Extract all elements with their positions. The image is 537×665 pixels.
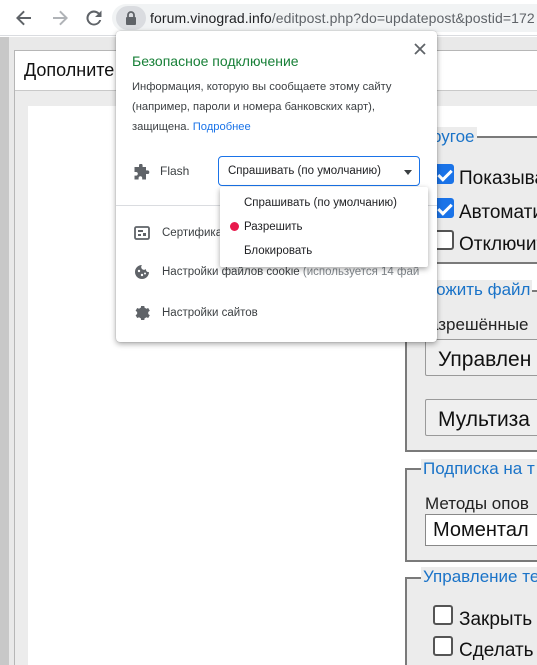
popup-description-text: Информация, которую вы сообщаете этому с… [132,81,392,133]
url-path: /editpost.php?do=updatepost&postid=172 [271,10,535,26]
cookie-icon [135,265,149,279]
arrow-left-icon [16,10,31,26]
option-checkbox-3[interactable] [434,230,454,250]
multi-upload-button[interactable]: Мультиза [425,399,537,436]
notify-method-label: Методы опов [425,494,529,513]
puzzle-icon [134,164,150,180]
option-label-1: Показыва [459,168,537,189]
close-thread-checkbox[interactable] [433,605,453,625]
close-thread-label: Закрыть з [459,609,537,630]
back-button[interactable] [12,6,36,30]
dropdown-option-block[interactable]: Блокировать [244,245,312,257]
flash-label: Flash [160,164,190,178]
reload-icon [86,10,102,26]
certificate-label: Сертифика [162,227,220,239]
hover-marker-dot [230,222,239,231]
url-host: forum.vinograd.info [150,10,272,26]
gear-icon [135,306,150,320]
screen: forum.vinograd.info/editpost.php?do=upda… [0,0,537,665]
dialog-title: Дополните [24,60,115,80]
url-text[interactable]: forum.vinograd.info/editpost.php?do=upda… [150,10,535,26]
arrow-right-icon [53,10,68,26]
site-settings-row[interactable]: Настройки сайтов [162,307,258,319]
lock-icon [126,11,136,25]
allowed-label: азрешённые [429,315,529,334]
site-info-button[interactable] [116,6,146,30]
option-checkbox-2[interactable] [434,198,454,218]
forward-button[interactable] [48,6,72,30]
certificate-row[interactable]: Сертифика [162,227,220,239]
close-icon [414,43,426,55]
fieldset-attach-legend: ложить файл [424,280,533,300]
flash-options-dropdown: Спрашивать (по умолчанию) Разрешить Блок… [220,187,428,267]
left-strip [0,37,9,665]
cookie-count-text: (используется 14 фай [302,266,420,278]
option-label-3: Отключит [459,234,537,255]
popup-description: Информация, которую вы сообщаете этому с… [132,77,422,137]
dropdown-arrow-icon [404,170,412,175]
manage-attachments-button[interactable]: Управлен [425,339,537,376]
option-checkbox-1[interactable] [434,164,454,184]
flash-select-value: Спрашивать (по умолчанию) [228,165,381,177]
fieldset-subscription-legend: Подписка на т [421,459,537,479]
dropdown-option-allow[interactable]: Разрешить [244,221,303,233]
learn-more-link[interactable]: Подробнее [193,121,251,133]
fieldset-thread-legend: Управление те [421,567,537,587]
option-label-2: Автомати [459,202,537,223]
reload-button[interactable] [82,6,106,30]
notify-method-select[interactable]: Моментал [425,514,537,546]
cookie-settings-row[interactable]: Настройки файлов cookie (используется 14… [162,266,420,278]
site-settings-label: Настройки сайтов [162,307,258,319]
popup-title: Безопасное подключение [132,53,299,69]
close-button[interactable] [410,39,430,59]
certificate-icon [134,226,150,240]
dropdown-option-ask[interactable]: Спрашивать (по умолчанию) [244,197,397,209]
make-thread-checkbox[interactable] [433,636,453,656]
flash-permission-select[interactable]: Спрашивать (по умолчанию) [218,156,420,186]
make-thread-label: Сделать т [459,640,537,661]
cookie-settings-label: Настройки файлов cookie [162,266,300,278]
